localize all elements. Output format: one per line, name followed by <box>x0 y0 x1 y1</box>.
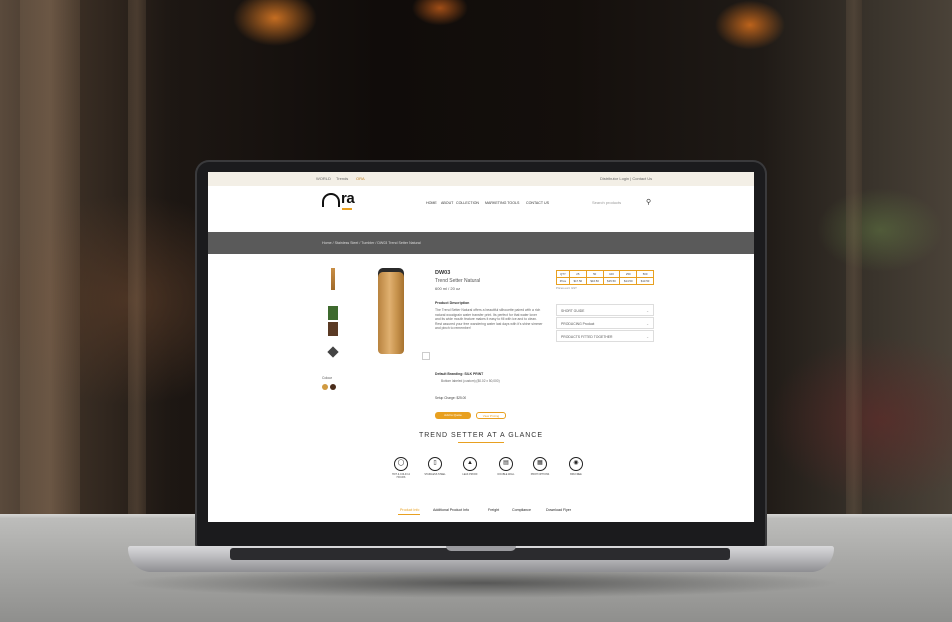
tab-compliance[interactable]: Compliance <box>512 508 531 512</box>
chevron-down-icon: ⌄ <box>646 335 649 339</box>
product-description: The Trend Setter Natural offers a beauti… <box>435 308 543 331</box>
site-topbar: WORLD Trends ORA Distributor Login | Con… <box>208 172 754 186</box>
pricing-cell: 100 <box>602 270 621 278</box>
nav-contact[interactable]: CONTACT US <box>526 201 549 205</box>
active-tab-underline <box>398 514 420 515</box>
product-name: Trend Setter Natural <box>435 278 481 284</box>
pricing-price-row: Price $17.50 $16.50 $15.50 $14.50 $13.50 <box>556 277 654 285</box>
pricing-cell: QTY <box>556 270 570 278</box>
hot-cold-icon: ◯ <box>394 457 408 471</box>
background-window-frame <box>846 0 862 520</box>
cafe-background: WORLD Trends ORA Distributor Login | Con… <box>0 0 952 622</box>
chevron-down-icon: ⌄ <box>646 322 649 326</box>
add-to-quote-button[interactable]: Add to Quote <box>435 412 471 419</box>
bottle-icon: ▯ <box>428 457 442 471</box>
background-pillar <box>20 0 80 520</box>
chevron-down-icon: ⌄ <box>646 309 649 313</box>
color-swatch-dark[interactable] <box>330 384 336 390</box>
logo-arc-icon <box>322 193 340 207</box>
bpa-icon: ◉ <box>569 457 583 471</box>
product-size: 600 ml / 20 oz <box>435 286 461 291</box>
nav-home[interactable]: HOME <box>426 201 437 205</box>
product-thumbnail[interactable] <box>328 322 338 336</box>
pricing-cell: $16.50 <box>585 277 604 285</box>
description-heading: Product Description <box>435 301 470 305</box>
site-logo[interactable]: ra <box>322 190 355 207</box>
thumbnail-icon[interactable] <box>327 346 339 358</box>
glance-label: LEAK PROOF <box>462 473 478 476</box>
tab-product-info[interactable]: Product Info <box>400 508 419 512</box>
product-code: DW03 <box>435 270 451 276</box>
color-swatch-natural[interactable] <box>322 384 328 390</box>
breadcrumb-bar <box>208 232 754 254</box>
topbar-link[interactable]: WORLD <box>316 176 331 181</box>
print-icon: ▦ <box>533 457 547 471</box>
pricing-cell: 500 <box>636 270 654 278</box>
logo-accent <box>342 208 352 210</box>
glance-label: BPA FREE <box>570 473 582 476</box>
topbar-account-links[interactable]: Distributor Login | Contact Us <box>600 176 652 181</box>
pricing-cell: 50 <box>585 270 604 278</box>
accordion-short-guide[interactable]: SHORT GUIDE ⌄ <box>556 304 654 316</box>
pricing-cell: 250 <box>619 270 638 278</box>
tab-download-flyer[interactable]: Download Flyer <box>546 508 571 512</box>
accordion-label: PRODUCTS FITTED TOGETHER <box>561 335 613 339</box>
drop-icon: ▲ <box>463 457 477 471</box>
product-thumbnail[interactable] <box>331 268 335 290</box>
glance-label: DOUBLE WALL <box>497 473 515 476</box>
lid-icon: ▤ <box>499 457 513 471</box>
branding-heading: Default Branding: SILK PRINT <box>435 372 484 376</box>
glance-label: HOT & COLD 12 HOURS <box>392 473 410 479</box>
glance-label: PRINT OPTIONS <box>530 473 550 476</box>
accordion-label: SHORT GUIDE <box>561 309 585 313</box>
topbar-link[interactable]: Trends <box>336 176 348 181</box>
pricing-cell: $17.50 <box>568 277 587 285</box>
laptop-shadow <box>120 568 842 598</box>
pricing-note: Prices excl. GST <box>556 286 577 290</box>
tab-freight[interactable]: Freight <box>488 508 499 512</box>
pricing-cell: $15.50 <box>602 277 621 285</box>
search-input[interactable]: Search products <box>592 200 621 205</box>
tab-additional-info[interactable]: Additional Product Info <box>433 508 469 512</box>
topbar-link[interactable]: ORA <box>356 176 365 181</box>
product-image <box>378 272 404 354</box>
glance-underline <box>458 442 504 443</box>
accordion-label: PRODUCING Product <box>561 322 595 326</box>
pricing-cell: $13.50 <box>636 277 654 285</box>
site-header <box>208 186 754 212</box>
laptop-notch <box>446 546 516 551</box>
pricing-header-row: QTY 25 50 100 250 500 <box>556 270 654 278</box>
pricing-cell: $14.50 <box>619 277 638 285</box>
accordion-fitted-together[interactable]: PRODUCTS FITTED TOGETHER ⌄ <box>556 330 654 342</box>
pricing-cell: 25 <box>568 270 587 278</box>
nav-marketing-tools[interactable]: MARKETING TOOLS <box>485 201 519 205</box>
pricing-cell: Price <box>556 277 570 285</box>
glance-label: STAINLESS STEEL <box>424 473 446 476</box>
search-icon[interactable]: ⚲ <box>646 198 651 206</box>
breadcrumb[interactable]: Home / Stainless Steel / Tumbler / DW03 … <box>322 241 421 245</box>
zoom-icon[interactable] <box>422 352 430 360</box>
laptop-screen: WORLD Trends ORA Distributor Login | Con… <box>208 172 754 522</box>
accordion-producing[interactable]: PRODUCING Product ⌄ <box>556 317 654 329</box>
product-thumbnail[interactable] <box>328 306 338 320</box>
glance-title: TREND SETTER AT A GLANCE <box>418 432 544 439</box>
background-pillar <box>128 0 146 520</box>
view-pricing-button[interactable]: View Pricing <box>476 412 506 419</box>
branding-item: Bottom labeled (custom) ($0.02 x 50,000) <box>441 379 500 383</box>
setup-charge: Setup Charge: $25.00 <box>435 396 467 400</box>
nav-about[interactable]: ABOUT <box>441 201 453 205</box>
pricing-table: QTY 25 50 100 250 500 Price $17.50 $16.5… <box>556 270 654 285</box>
color-label: Colour <box>322 376 332 380</box>
nav-collection[interactable]: COLLECTION <box>456 201 479 205</box>
